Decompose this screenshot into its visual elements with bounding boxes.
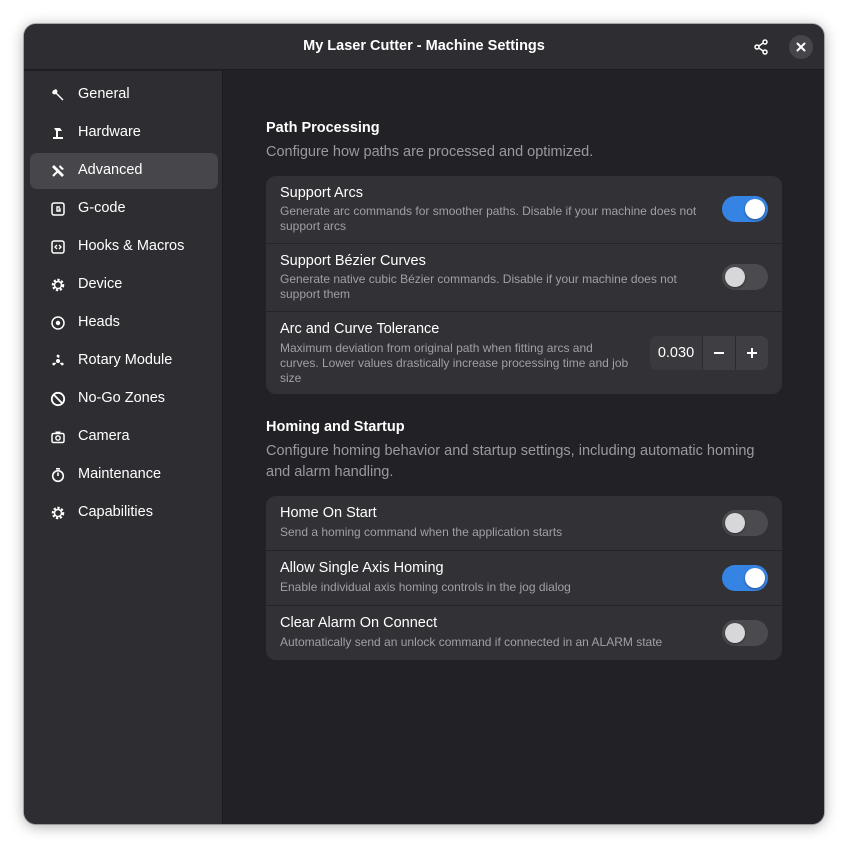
switch-knob — [725, 623, 745, 643]
sidebar-item-label: Device — [78, 276, 123, 292]
support-bezier-switch[interactable] — [722, 264, 768, 290]
sidebar-item-rotary-module[interactable]: Rotary Module — [30, 343, 218, 379]
decrement-button[interactable] — [702, 336, 735, 370]
row-subtitle: support them — [280, 287, 351, 301]
row-title: Support Arcs — [280, 185, 364, 201]
row-subtitle: Generate arc commands for smoother paths… — [280, 204, 697, 218]
settings-content: Path Processing Configure how paths are … — [224, 71, 824, 824]
sidebar-item-label: Heads — [78, 314, 120, 330]
cog-icon — [50, 505, 66, 521]
row-title: Support Bézier Curves — [280, 253, 426, 269]
sidebar-item-gcode[interactable]: G-code — [30, 191, 218, 227]
row-title: Clear Alarm On Connect — [280, 615, 438, 631]
home-on-start-row: Home On Start Send a homing command when… — [266, 496, 782, 551]
gcode-icon — [50, 201, 66, 217]
sidebar-item-label: Rotary Module — [78, 352, 173, 368]
row-subtitle: Enable individual axis homing controls i… — [280, 580, 571, 594]
sidebar-item-general[interactable]: General — [30, 77, 218, 113]
settings-window: My Laser Cutter - Machine Settings Gener… — [24, 24, 824, 824]
sidebar-item-hooks-macros[interactable]: Hooks & Macros — [30, 229, 218, 265]
header-bar: My Laser Cutter - Machine Settings — [24, 24, 824, 70]
switch-knob — [725, 513, 745, 533]
section-description: Configure homing behavior and startup se… — [266, 443, 755, 459]
support-arcs-switch[interactable] — [722, 196, 768, 222]
switch-knob — [725, 267, 745, 287]
section-title-homing: Homing and Startup — [266, 419, 405, 435]
switch-knob — [745, 199, 765, 219]
gear-icon — [50, 277, 66, 293]
clear-alarm-row: Clear Alarm On Connect Automatically sen… — [266, 606, 782, 660]
sidebar-item-label: Advanced — [78, 162, 143, 178]
sidebar-item-label: General — [78, 86, 130, 102]
row-subtitle: Send a homing command when the applicati… — [280, 525, 563, 539]
row-subtitle: size — [280, 371, 302, 385]
switch-knob — [745, 568, 765, 588]
section-description: and alarm handling. — [266, 464, 394, 480]
row-title: Arc and Curve Tolerance — [280, 321, 440, 337]
code-icon — [50, 239, 66, 255]
sidebar-item-hardware[interactable]: Hardware — [30, 115, 218, 151]
homing-card: Home On Start Send a homing command when… — [266, 496, 782, 660]
increment-button[interactable] — [735, 336, 768, 370]
tolerance-spinbutton: 0.030 — [650, 336, 768, 370]
section-title-path-processing: Path Processing — [266, 120, 380, 136]
wrench-icon — [50, 87, 66, 103]
laser-arm-icon — [50, 125, 66, 141]
share-icon — [754, 39, 768, 55]
sidebar-item-advanced[interactable]: Advanced — [30, 153, 218, 189]
row-subtitle: Maximum deviation from original path whe… — [280, 341, 593, 355]
row-subtitle: Automatically send an unlock command if … — [280, 635, 663, 649]
sidebar: General Hardware Advanced G-code Hooks & — [24, 71, 223, 824]
sidebar-item-label: Maintenance — [78, 466, 162, 482]
sidebar-item-maintenance[interactable]: Maintenance — [30, 457, 218, 493]
sidebar-item-label: No-Go Zones — [78, 390, 166, 406]
minus-icon — [714, 352, 724, 354]
window-title: My Laser Cutter - Machine Settings — [303, 38, 545, 54]
row-title: Home On Start — [280, 505, 377, 521]
tolerance-value[interactable]: 0.030 — [650, 336, 702, 370]
sidebar-item-label: G-code — [78, 200, 126, 216]
sidebar-item-heads[interactable]: Heads — [30, 305, 218, 341]
tolerance-row: Arc and Curve Tolerance Maximum deviatio… — [266, 312, 782, 394]
sidebar-item-label: Hooks & Macros — [78, 238, 185, 254]
sidebar-item-device[interactable]: Device — [30, 267, 218, 303]
clear-alarm-switch[interactable] — [722, 620, 768, 646]
single-axis-homing-row: Allow Single Axis Homing Enable individu… — [266, 551, 782, 606]
target-icon — [50, 315, 66, 331]
path-processing-card: Support Arcs Generate arc commands for s… — [266, 176, 782, 394]
single-axis-homing-switch[interactable] — [722, 565, 768, 591]
sidebar-item-camera[interactable]: Camera — [30, 419, 218, 455]
close-icon — [796, 42, 806, 52]
rotary-icon — [50, 353, 66, 369]
sidebar-item-capabilities[interactable]: Capabilities — [30, 495, 218, 531]
section-description: Configure how paths are processed and op… — [266, 144, 594, 160]
sidebar-item-label: Hardware — [78, 124, 141, 140]
support-arcs-row: Support Arcs Generate arc commands for s… — [266, 176, 782, 244]
row-title: Allow Single Axis Homing — [280, 560, 444, 576]
row-subtitle: curves. Lower values drastically increas… — [280, 356, 629, 370]
home-on-start-switch[interactable] — [722, 510, 768, 536]
prohibited-icon — [50, 391, 66, 407]
row-subtitle: support arcs — [280, 219, 347, 233]
sidebar-item-label: Capabilities — [78, 504, 153, 520]
sidebar-item-label: Camera — [78, 428, 130, 444]
tools-icon — [50, 163, 66, 179]
row-subtitle: Generate native cubic Bézier commands. D… — [280, 272, 677, 286]
sidebar-item-no-go-zones[interactable]: No-Go Zones — [30, 381, 218, 417]
share-button[interactable] — [749, 35, 773, 59]
close-button[interactable] — [789, 35, 813, 59]
stopwatch-icon — [50, 467, 66, 483]
plus-icon — [747, 348, 757, 358]
support-bezier-row: Support Bézier Curves Generate native cu… — [266, 244, 782, 312]
camera-icon — [50, 429, 66, 445]
